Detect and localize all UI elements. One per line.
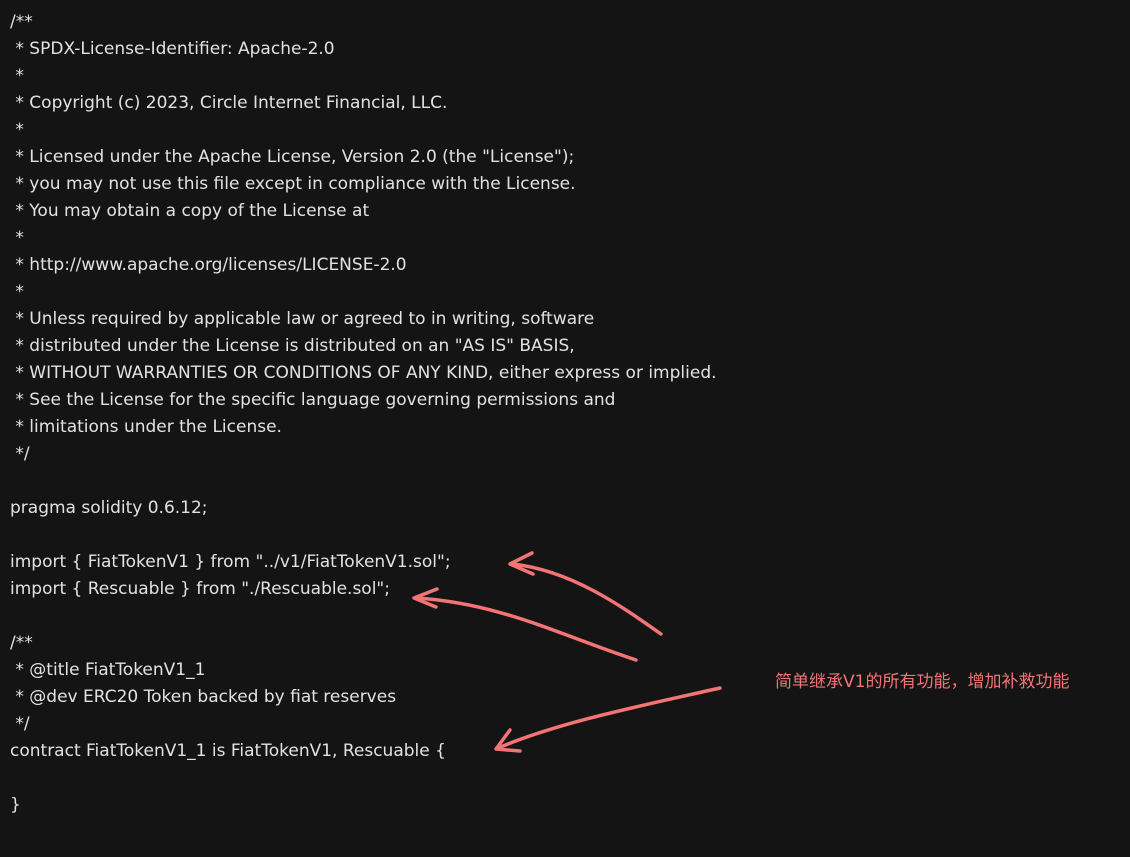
code-line-11: * [10,282,24,302]
code-line-1: /** [10,12,33,32]
code-line-17: */ [10,444,30,464]
code-line-3: * [10,66,24,86]
code-line-7: * you may not use this file except in co… [10,174,576,194]
code-line-4: * Copyright (c) 2023, Circle Internet Fi… [10,93,448,113]
code-line-24: /** [10,633,33,653]
code-line-13: * distributed under the License is distr… [10,336,575,356]
code-view: /** * SPDX-License-Identifier: Apache-2.… [0,0,1130,857]
code-line-5: * [10,120,24,140]
code-line-16: * limitations under the License. [10,417,282,437]
code-line-15: * See the License for the specific langu… [10,390,616,410]
annotation-note: 简单继承V1的所有功能，增加补救功能 [775,672,1070,692]
code-line-21: import { FiatTokenV1 } from "../v1/FiatT… [10,552,451,572]
code-line-12: * Unless required by applicable law or a… [10,309,595,329]
code-line-25: * @title FiatTokenV1_1 [10,660,206,680]
code-line-10: * http://www.apache.org/licenses/LICENSE… [10,255,407,275]
code-line-14: * WITHOUT WARRANTIES OR CONDITIONS OF AN… [10,363,717,383]
code-line-28: contract FiatTokenV1_1 is FiatTokenV1, R… [10,741,446,761]
code-line-26: * @dev ERC20 Token backed by fiat reserv… [10,687,397,707]
code-line-9: * [10,228,24,248]
code-line-2: * SPDX-License-Identifier: Apache-2.0 [10,39,335,59]
code-line-22: import { Rescuable } from "./Rescuable.s… [10,579,390,599]
code-line-19: pragma solidity 0.6.12; [10,498,208,518]
code-line-6: * Licensed under the Apache License, Ver… [10,147,575,167]
code-line-30: } [10,795,21,815]
code-line-27: */ [10,714,30,734]
code-line-8: * You may obtain a copy of the License a… [10,201,370,221]
